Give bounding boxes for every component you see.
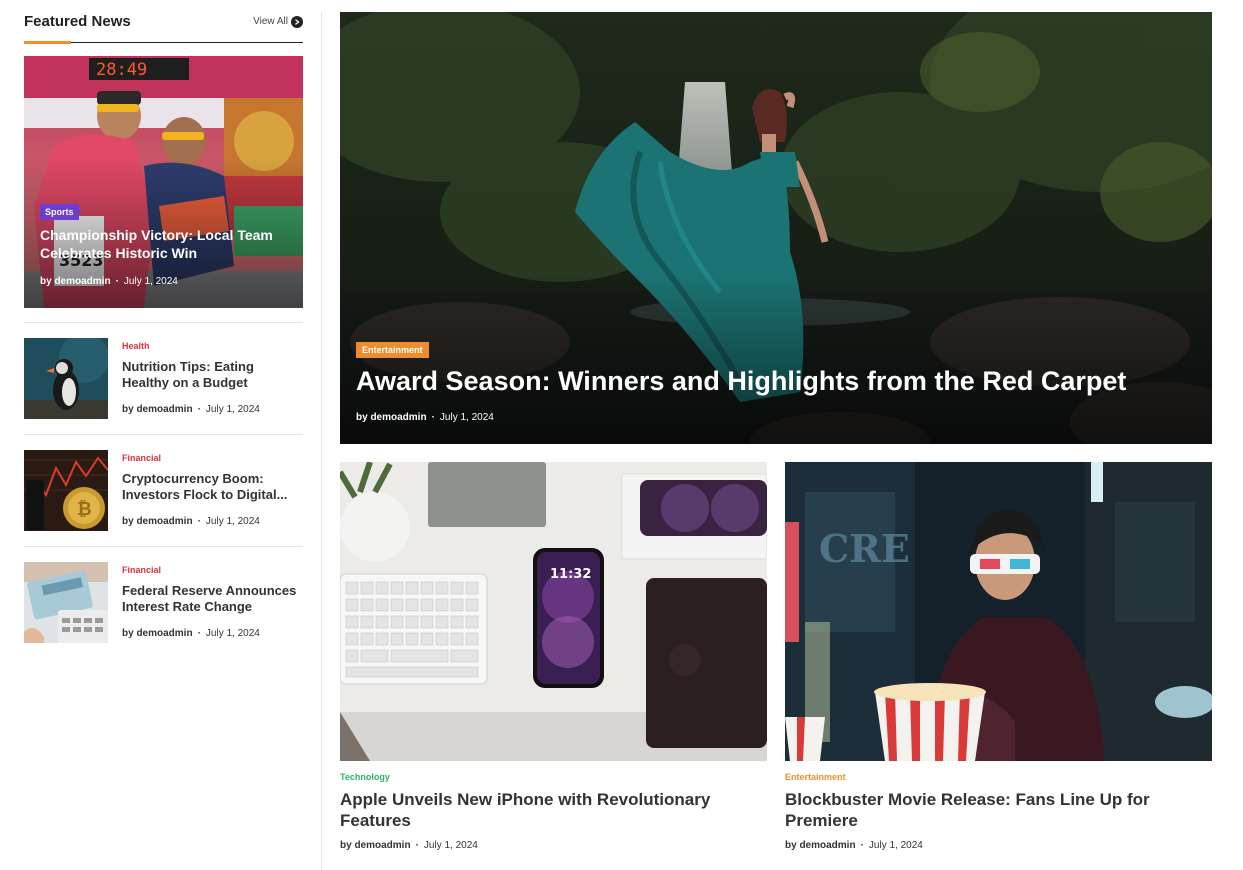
view-all-link[interactable]: View All — [253, 12, 303, 32]
list-item[interactable]: ₿ Financial Cryptocurrency Boom: Investo… — [24, 434, 303, 546]
phone-clock-text: 11:32 — [550, 567, 591, 582]
iphone-desk-image: 11:32 — [340, 462, 767, 761]
article-headline[interactable]: Championship Victory: Local Team Celebra… — [40, 226, 293, 262]
cinema-3d-glasses-image: CRE — [785, 462, 1212, 761]
meta-separator: · — [415, 840, 419, 851]
svg-text:₿: ₿ — [77, 499, 92, 520]
meta-separator: · — [431, 412, 435, 423]
meta-separator: · — [115, 276, 119, 287]
widget-title: Featured News — [24, 13, 131, 30]
article-author[interactable]: by demoadmin — [356, 412, 427, 423]
column-divider — [321, 12, 322, 870]
article-author[interactable]: by demoadmin — [785, 840, 856, 851]
article-headline[interactable]: Blockbuster Movie Release: Fans Line Up … — [785, 789, 1205, 831]
meta-separator: · — [197, 628, 201, 639]
article-meta: by demoadmin · July 1, 2024 — [122, 516, 260, 527]
article-author[interactable]: by demoadmin — [122, 404, 193, 415]
list-item[interactable]: Health Nutrition Tips: Eating Healthy on… — [24, 322, 303, 434]
article-headline[interactable]: Apple Unveils New iPhone with Revolution… — [340, 789, 760, 831]
article-date: July 1, 2024 — [205, 404, 260, 415]
article-date: July 1, 2024 — [439, 412, 494, 423]
article-author[interactable]: by demoadmin — [122, 516, 193, 527]
category-label-financial[interactable]: Financial — [122, 453, 161, 463]
category-label-financial[interactable]: Financial — [122, 565, 161, 575]
article-meta: by demoadmin · July 1, 2024 — [340, 840, 478, 851]
arrow-right-circle-icon — [291, 16, 303, 28]
article-headline[interactable]: Award Season: Winners and Highlights fro… — [356, 364, 1126, 398]
entertainment-article-card[interactable]: CRE Entertainment Blockbuster Movie Rele… — [785, 462, 1212, 862]
category-badge-entertainment[interactable]: Entertainment — [356, 342, 429, 358]
article-author[interactable]: by demoadmin — [40, 276, 111, 287]
article-meta: by demoadmin · July 1, 2024 — [356, 412, 494, 423]
puffin-thumbnail — [24, 338, 108, 419]
category-label-entertainment[interactable]: Entertainment — [785, 772, 846, 782]
meta-separator: · — [197, 404, 201, 415]
list-item[interactable]: Financial Federal Reserve Announces Inte… — [24, 546, 303, 658]
featured-news-widget: Featured News View All 28:49 Sports Cham… — [24, 12, 303, 643]
featured-sports-article[interactable]: 28:49 3523 Sports — [24, 56, 303, 308]
widget-header: Featured News View All — [24, 12, 303, 44]
article-date: July 1, 2024 — [123, 276, 178, 287]
article-headline[interactable]: Cryptocurrency Boom: Investors Flock to … — [122, 471, 300, 503]
article-date: July 1, 2024 — [868, 840, 923, 851]
category-label-technology[interactable]: Technology — [340, 772, 390, 782]
article-headline[interactable]: Nutrition Tips: Eating Healthy on a Budg… — [122, 359, 300, 391]
technology-article-card[interactable]: 11:32 Technology Apple Unveils New iPhon… — [340, 462, 767, 862]
view-all-label: View All — [253, 16, 288, 27]
bitcoin-thumbnail: ₿ — [24, 450, 108, 531]
article-meta: by demoadmin · July 1, 2024 — [122, 404, 260, 415]
category-label-health[interactable]: Health — [122, 341, 150, 351]
svg-text:CRE: CRE — [819, 526, 910, 571]
meta-separator: · — [860, 840, 864, 851]
calculator-card-thumbnail — [24, 562, 108, 643]
article-author[interactable]: by demoadmin — [122, 628, 193, 639]
article-date: July 1, 2024 — [205, 628, 260, 639]
category-badge-sports[interactable]: Sports — [40, 204, 79, 220]
article-headline[interactable]: Federal Reserve Announces Interest Rate … — [122, 583, 300, 615]
article-author[interactable]: by demoadmin — [340, 840, 411, 851]
title-accent-bar — [24, 41, 71, 44]
meta-separator: · — [197, 516, 201, 527]
article-meta: by demoadmin · July 1, 2024 — [122, 628, 260, 639]
main-hero-article[interactable]: Entertainment Award Season: Winners and … — [340, 12, 1212, 444]
article-meta: by demoadmin · July 1, 2024 — [40, 276, 178, 287]
article-meta: by demoadmin · July 1, 2024 — [785, 840, 923, 851]
article-date: July 1, 2024 — [205, 516, 260, 527]
featured-news-list: Health Nutrition Tips: Eating Healthy on… — [24, 322, 303, 658]
svg-text:28:49: 28:49 — [96, 60, 147, 80]
article-date: July 1, 2024 — [423, 840, 478, 851]
